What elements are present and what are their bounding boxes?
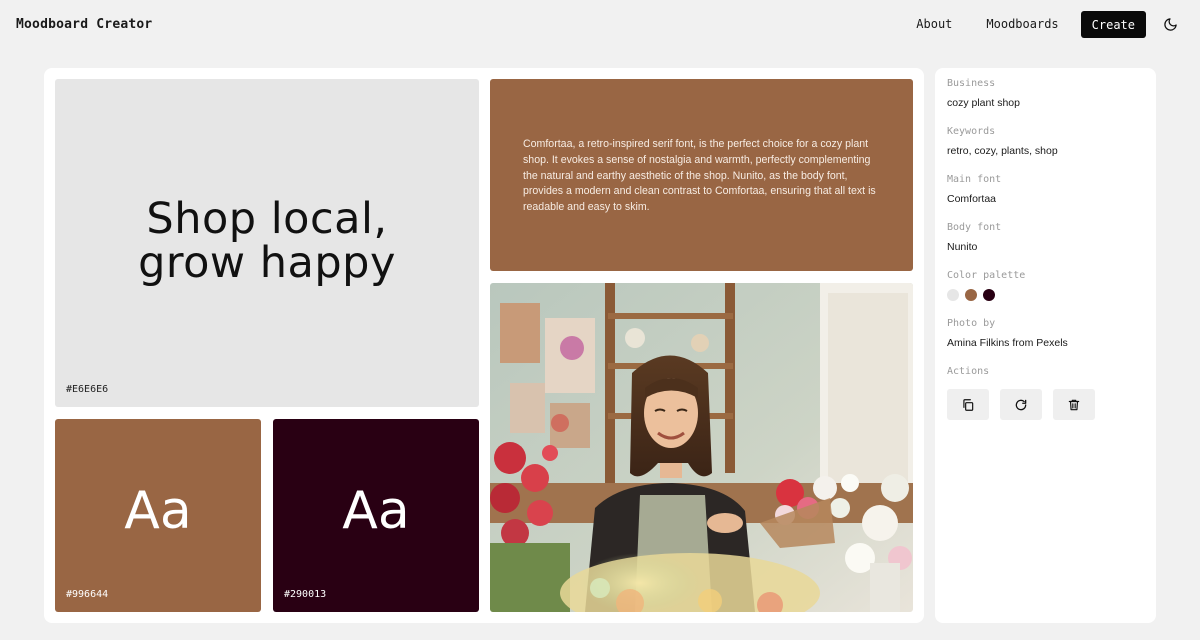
theme-toggle-button[interactable]: [1156, 10, 1184, 38]
create-button[interactable]: Create: [1080, 10, 1146, 38]
font-description-text: Comfortaa, a retro-inspired serif font, …: [523, 138, 876, 214]
color-palette-label: Color palette: [947, 270, 1026, 281]
swatch-hex-label: #290013: [284, 589, 327, 600]
palette-swatches: [947, 289, 1144, 301]
palette-swatch[interactable]: [965, 289, 977, 301]
photo-credit-value: Amina Filkins from Pexels: [947, 337, 1068, 349]
hero-hex-label: #E6E6E6: [66, 384, 109, 395]
keywords-label: Keywords: [947, 126, 996, 137]
copy-button[interactable]: [947, 389, 989, 420]
palette-swatch[interactable]: [983, 289, 995, 301]
nav-moodboards-link[interactable]: Moodboards: [974, 11, 1070, 37]
hero-headline-line2: grow happy: [138, 238, 396, 288]
photo-credit-field: Photo by Amina Filkins from Pexels: [947, 318, 1144, 349]
swatch-tile-dark: Aa #290013: [273, 419, 479, 612]
photo-by-label: Photo by: [947, 318, 996, 329]
hero-headline: Shop local, grow happy: [55, 197, 479, 285]
trash-icon: [1068, 399, 1080, 410]
moon-icon: [1163, 17, 1177, 31]
nav-about-link[interactable]: About: [904, 11, 964, 37]
shop-photo: [490, 283, 913, 612]
actions-label: Actions: [947, 366, 990, 377]
keywords-value: retro, cozy, plants, shop: [947, 145, 1058, 157]
swatch-hex-label: #996644: [66, 589, 109, 600]
action-buttons: [947, 389, 1144, 420]
copy-icon: [963, 398, 974, 411]
business-field: Business cozy plant shop: [947, 78, 1144, 109]
brand-title[interactable]: Moodboard Creator: [16, 17, 152, 32]
business-label: Business: [947, 78, 996, 89]
details-panel: Business cozy plant shop Keywords retro,…: [935, 68, 1156, 623]
body-font-label: Body font: [947, 222, 1002, 233]
moodboard: Shop local, grow happy #E6E6E6 Comfortaa…: [44, 68, 924, 623]
regenerate-button[interactable]: [1000, 389, 1042, 420]
palette-swatch[interactable]: [947, 289, 959, 301]
top-bar: Moodboard Creator About Moodboards Creat…: [0, 0, 1200, 48]
hero-tile: Shop local, grow happy #E6E6E6: [55, 79, 479, 407]
actions-field: Actions: [947, 366, 1144, 420]
main-font-label: Main font: [947, 174, 1002, 185]
main-nav: About Moodboards Create: [894, 10, 1184, 38]
body-font-field: Body font Nunito: [947, 222, 1144, 253]
swatch-tile-brown: Aa #996644: [55, 419, 261, 612]
delete-button[interactable]: [1053, 389, 1095, 420]
body-font-value: Nunito: [947, 241, 978, 253]
business-value: cozy plant shop: [947, 97, 1020, 109]
refresh-icon: [1015, 399, 1027, 410]
main-font-field: Main font Comfortaa: [947, 174, 1144, 205]
color-palette-field: Color palette: [947, 270, 1144, 301]
font-sample-text: Aa: [124, 481, 192, 541]
main-font-value: Comfortaa: [947, 193, 997, 205]
font-sample-text: Aa: [342, 481, 410, 541]
description-tile: Comfortaa, a retro-inspired serif font, …: [490, 79, 913, 271]
keywords-field: Keywords retro, cozy, plants, shop: [947, 126, 1144, 157]
hero-headline-line1: Shop local,: [146, 194, 388, 244]
